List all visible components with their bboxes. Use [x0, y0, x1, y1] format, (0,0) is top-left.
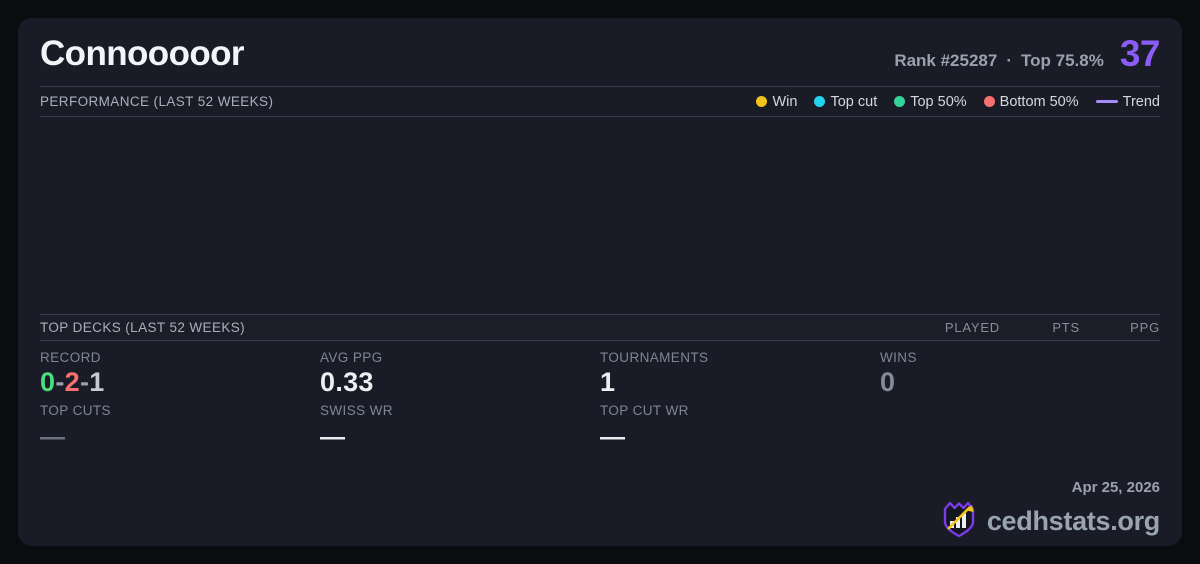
legend-label: Bottom 50%: [999, 93, 1079, 110]
column-ppg: PPG: [1130, 319, 1160, 335]
performance-header-band: PERFORMANCE (LAST 52 WEEKS) Win Top cut …: [40, 86, 1160, 117]
top-cuts-label: TOP CUTS: [40, 402, 111, 418]
wins-value: 0: [880, 366, 896, 397]
card-header: Connooooor Rank #25287 · Top 75.8% 37: [40, 18, 1161, 86]
swiss-wr-value: —: [320, 422, 345, 451]
bottom-50-dot-icon: [983, 96, 995, 107]
player-score: 37: [1119, 33, 1161, 74]
legend-label: Top 50%: [910, 93, 967, 110]
legend-item-bottom-50: Bottom 50%: [983, 93, 1079, 110]
stat-wins: WINS 0: [880, 350, 1160, 449]
brand-name: cedhstats.org: [986, 506, 1160, 536]
legend-label: Top cut: [830, 93, 878, 110]
performance-title: PERFORMANCE (LAST 52 WEEKS): [40, 94, 274, 109]
rank-summary: Rank #25287 · Top 75.8% 37: [894, 33, 1160, 75]
record-sep: -: [79, 366, 90, 397]
stat-tournaments: TOURNAMENTS 1 TOP CUT WR —: [600, 350, 880, 449]
column-pts: PTS: [1052, 319, 1080, 335]
stat-avg-ppg: AVG PPG 0.33 SWISS WR —: [320, 350, 600, 449]
legend-item-win: Win: [756, 94, 797, 110]
avg-ppg-value: 0.33: [320, 366, 374, 397]
stats-grid: RECORD 0-2-1 TOP CUTS — AVG PPG 0.33 SWI…: [40, 350, 1160, 449]
top-50-dot-icon: [894, 96, 906, 107]
tournaments-value: 1: [600, 366, 616, 397]
record-losses: 2: [64, 366, 80, 397]
avg-ppg-label: AVG PPG: [320, 349, 383, 365]
rank-separator: ·: [1006, 51, 1013, 70]
trend-line-icon: [1095, 100, 1118, 103]
legend-label: Win: [772, 93, 798, 110]
wins-label: WINS: [880, 349, 917, 365]
stats-section: RECORD 0-2-1 TOP CUTS — AVG PPG 0.33 SWI…: [40, 341, 1160, 547]
top-decks-title: TOP DECKS (LAST 52 WEEKS): [40, 319, 246, 335]
legend-item-top-cut: Top cut: [814, 94, 877, 110]
player-name: Connooooor: [40, 34, 245, 73]
record-wins: 0: [40, 366, 56, 397]
record-sep: -: [55, 366, 65, 397]
legend-label: Trend: [1122, 93, 1160, 110]
top-decks-header-band: TOP DECKS (LAST 52 WEEKS) PLAYED PTS PPG: [40, 313, 1160, 341]
legend-item-top-50: Top 50%: [894, 93, 967, 110]
top-decks-columns: PLAYED PTS PPG: [920, 320, 1160, 335]
record-draws: 1: [89, 366, 105, 397]
player-stats-card: Connooooor Rank #25287 · Top 75.8% 37 PE…: [18, 18, 1182, 546]
rank-number: Rank #25287: [894, 51, 998, 70]
column-played: PLAYED: [944, 319, 1000, 335]
performance-chart: [40, 117, 1160, 314]
top-cut-wr-label: TOP CUT WR: [600, 402, 689, 418]
cedhstats-shield-logo-icon: [939, 499, 979, 544]
record-label: RECORD: [40, 349, 101, 365]
top-cut-wr-value: —: [600, 422, 625, 451]
top-cuts-value: —: [40, 422, 65, 451]
stat-record: RECORD 0-2-1 TOP CUTS —: [40, 350, 320, 449]
tournaments-label: TOURNAMENTS: [600, 349, 709, 365]
legend-item-trend: Trend: [1095, 93, 1160, 110]
top-cut-dot-icon: [814, 96, 826, 107]
chart-legend: Win Top cut Top 50% Bottom 50% Trend: [756, 94, 1160, 110]
record-value: 0-2-1: [40, 367, 320, 398]
top-percent: Top 75.8%: [1021, 51, 1104, 70]
brand-row[interactable]: cedhstats.org: [939, 499, 1160, 544]
swiss-wr-label: SWISS WR: [320, 402, 393, 418]
rank-line: Rank #25287 · Top 75.8%: [894, 51, 1104, 71]
snapshot-date: Apr 25, 2026: [1071, 479, 1160, 496]
card-footer: Apr 25, 2026 cedhstats.org: [939, 479, 1160, 544]
win-dot-icon: [756, 96, 768, 107]
